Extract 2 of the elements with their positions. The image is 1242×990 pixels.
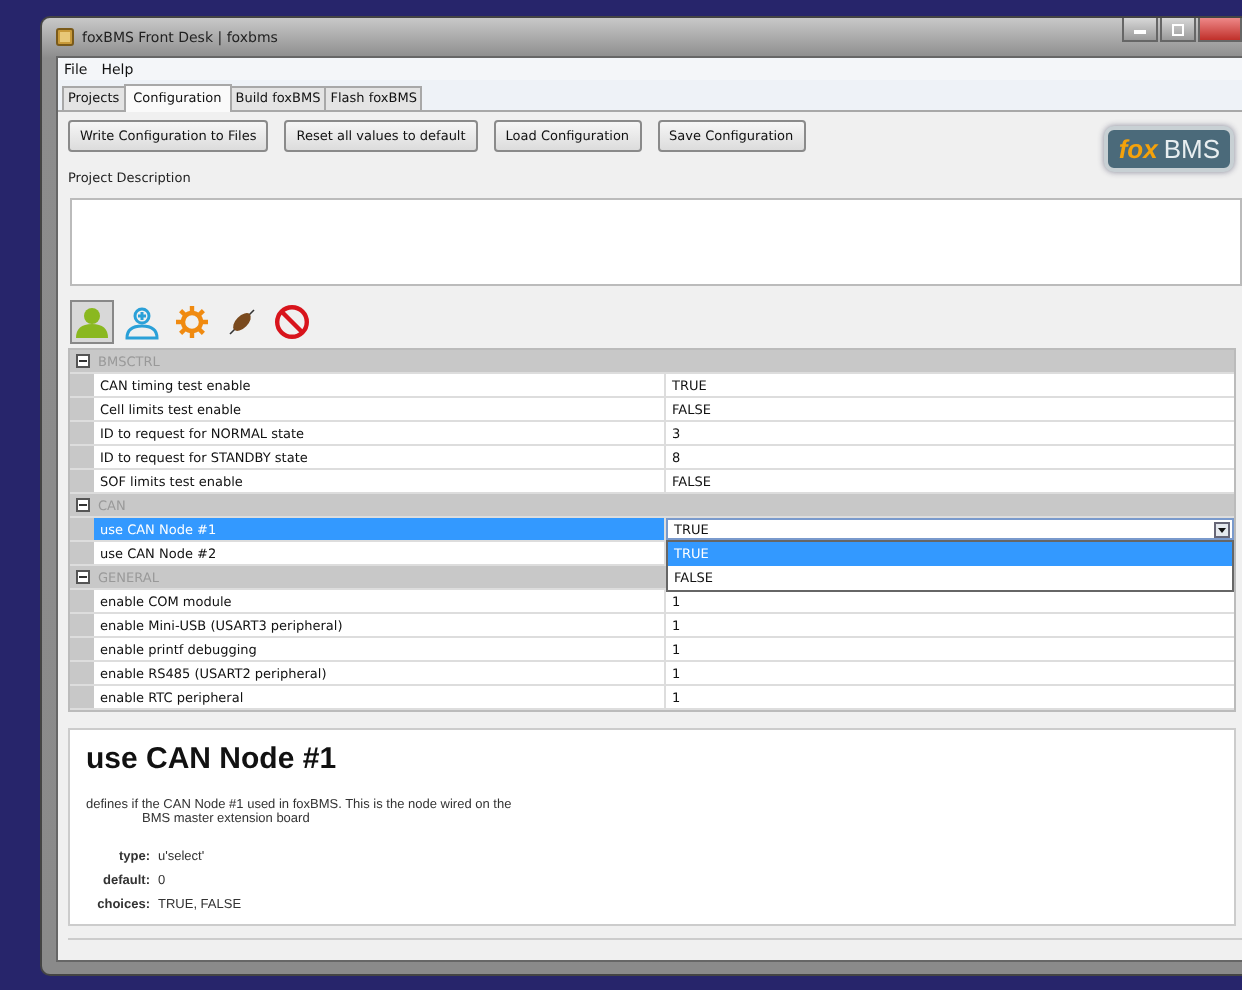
details-title: use CAN Node #1 — [86, 742, 339, 776]
logo: fox BMS — [1104, 126, 1234, 172]
